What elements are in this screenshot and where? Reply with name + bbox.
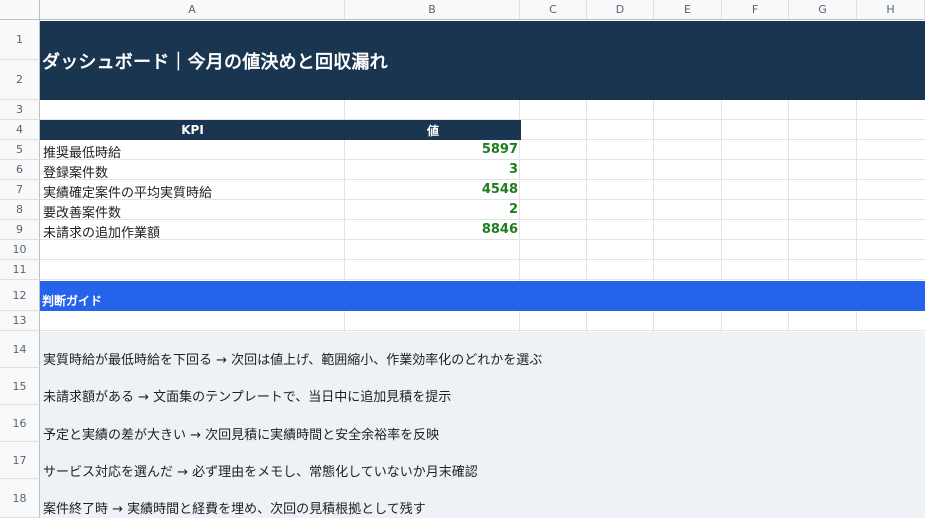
- column-header-e[interactable]: E: [654, 0, 722, 20]
- spreadsheet-grid: A B C D E F G H 1 2 3 4 5 6 7 8 9 10 11 …: [0, 0, 925, 518]
- kpi-value-needs-improvement[interactable]: 2: [509, 202, 518, 217]
- column-header-b[interactable]: B: [345, 0, 520, 20]
- column-header-h[interactable]: H: [857, 0, 925, 20]
- grid-line: [40, 330, 925, 331]
- column-header-a[interactable]: A: [40, 0, 345, 20]
- kpi-value-registered-cases[interactable]: 3: [509, 162, 518, 177]
- kpi-value-avg-actual-hourly[interactable]: 4548: [482, 182, 518, 197]
- row-header-11[interactable]: 11: [0, 260, 40, 280]
- grid-line: [40, 259, 925, 260]
- row-header-13[interactable]: 13: [0, 311, 40, 331]
- row-header-8[interactable]: 8: [0, 200, 40, 220]
- grid-line: [40, 179, 925, 180]
- row-header-2[interactable]: 2: [0, 60, 40, 100]
- kpi-value-min-hourly[interactable]: 5897: [482, 142, 518, 157]
- row-header-9[interactable]: 9: [0, 220, 40, 240]
- row-header-1[interactable]: 1: [0, 20, 40, 60]
- row-header-5[interactable]: 5: [0, 140, 40, 160]
- row-header-15[interactable]: 15: [0, 368, 40, 405]
- row-header-12[interactable]: 12: [0, 280, 40, 311]
- guide-line-2[interactable]: 未請求額がある → 文面集のテンプレートで、当日中に追加見積を提示: [43, 386, 451, 405]
- guide-line-1[interactable]: 実質時給が最低時給を下回る → 次回は値上げ、範囲縮小、作業効率化のどれかを選ぶ: [43, 349, 542, 368]
- row-header-7[interactable]: 7: [0, 180, 40, 200]
- guide-line-5[interactable]: 案件終了時 → 実績時間と経費を埋め、次回の見積根拠として残す: [43, 498, 426, 517]
- column-header-d[interactable]: D: [587, 0, 654, 20]
- select-all-corner[interactable]: [0, 0, 40, 20]
- row-header-6[interactable]: 6: [0, 160, 40, 180]
- row-header-3[interactable]: 3: [0, 100, 40, 120]
- row-header-18[interactable]: 18: [0, 479, 40, 518]
- row-header-10[interactable]: 10: [0, 240, 40, 260]
- kpi-label-min-hourly[interactable]: 推奨最低時給: [43, 142, 121, 161]
- grid-line: [40, 219, 925, 220]
- kpi-header-value[interactable]: 値: [345, 120, 521, 140]
- kpi-header-label[interactable]: KPI: [40, 120, 345, 140]
- column-header-f[interactable]: F: [722, 0, 789, 20]
- guide-line-3[interactable]: 予定と実績の差が大きい → 次回見積に実績時間と安全余裕率を反映: [43, 424, 439, 443]
- guide-band[interactable]: [40, 281, 925, 311]
- kpi-label-registered-cases[interactable]: 登録案件数: [43, 162, 108, 181]
- kpi-label-unbilled-extra[interactable]: 未請求の追加作業額: [43, 222, 160, 241]
- grid-line: [40, 239, 925, 240]
- guide-line-4[interactable]: サービス対応を選んだ → 必ず理由をメモし、常態化していないか月末確認: [43, 461, 478, 480]
- column-header-g[interactable]: G: [789, 0, 857, 20]
- column-header-c[interactable]: C: [520, 0, 587, 20]
- row-header-4[interactable]: 4: [0, 120, 40, 140]
- grid-line: [40, 279, 925, 280]
- row-header-17[interactable]: 17: [0, 442, 40, 479]
- kpi-value-unbilled-extra[interactable]: 8846: [482, 222, 518, 237]
- dashboard-title: ダッシュボード｜今月の値決めと回収漏れ: [42, 52, 388, 73]
- kpi-label-needs-improvement[interactable]: 要改善案件数: [43, 202, 121, 221]
- kpi-label-avg-actual-hourly[interactable]: 実績確定案件の平均実質時給: [43, 182, 212, 201]
- row-header-16[interactable]: 16: [0, 405, 40, 442]
- guide-title: 判断ガイド: [42, 294, 103, 308]
- row-header-14[interactable]: 14: [0, 331, 40, 368]
- grid-line: [40, 159, 925, 160]
